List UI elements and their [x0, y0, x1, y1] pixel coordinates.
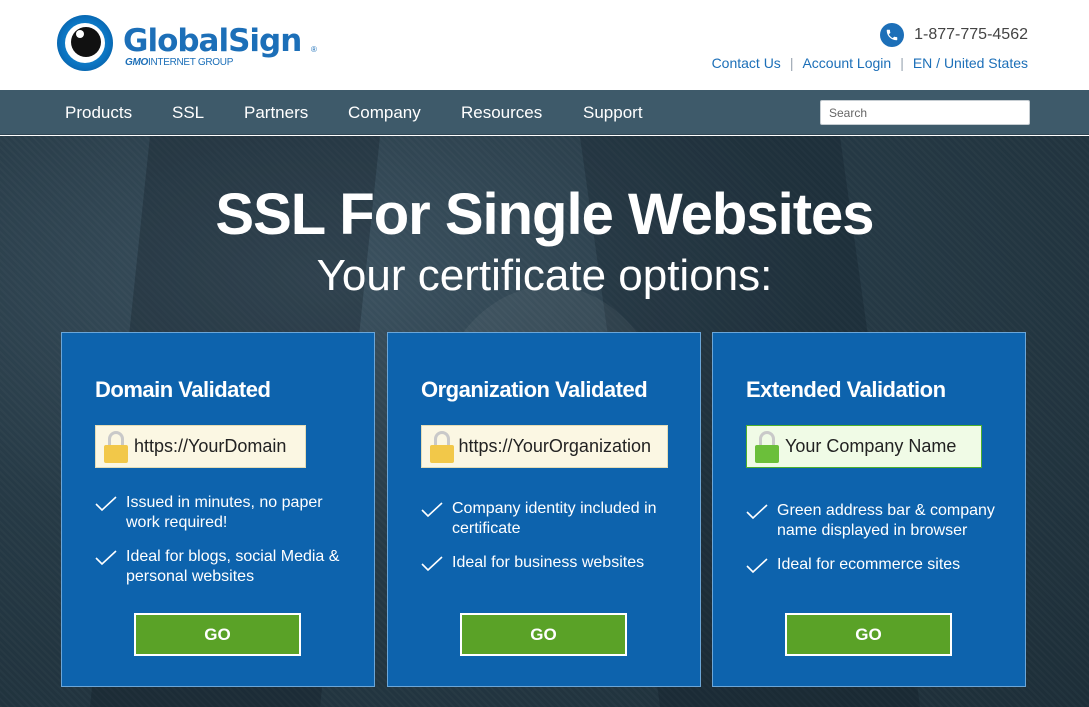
go-button-ev[interactable]: GO	[785, 613, 952, 656]
contact-us-link[interactable]: Contact Us	[712, 55, 781, 71]
site-header: GlobalSign ® GMOINTERNET GROUP 1-877-775…	[0, 0, 1089, 90]
feature-item: Ideal for ecommerce sites	[746, 555, 996, 579]
hero-section: SSL For Single Websites Your certificate…	[0, 136, 1089, 707]
padlock-icon	[755, 429, 779, 465]
logo-registered-mark: ®	[311, 45, 317, 54]
card-title: Domain Validated	[95, 377, 271, 402]
feature-text: Ideal for business websites	[452, 554, 645, 571]
go-button-ov[interactable]: GO	[460, 613, 627, 656]
feature-text: Ideal for blogs, social Media & personal…	[126, 548, 340, 585]
account-login-link[interactable]: Account Login	[802, 55, 891, 71]
feature-text: Ideal for ecommerce sites	[777, 556, 961, 573]
padlock-icon	[430, 429, 454, 465]
checkmark-icon	[746, 504, 768, 525]
feature-item: Issued in minutes, no paper work require…	[95, 493, 345, 533]
phone-number[interactable]: 1-877-775-4562	[914, 26, 1028, 44]
address-bar-example: https://YourOrganization	[421, 425, 668, 468]
checkmark-icon	[746, 558, 768, 579]
go-button-dv[interactable]: GO	[134, 613, 301, 656]
certificate-card-ev: Extended Validation Your Company Name Gr…	[712, 332, 1026, 687]
globalsign-logo[interactable]: GlobalSign ® GMOINTERNET GROUP	[57, 15, 327, 73]
card-title: Organization Validated	[421, 377, 648, 402]
feature-list: Issued in minutes, no paper work require…	[95, 493, 345, 601]
nav-item-ssl[interactable]: SSL	[172, 103, 204, 123]
link-separator: |	[789, 55, 794, 71]
feature-item: Company identity included in certificate	[421, 499, 671, 539]
link-separator: |	[900, 55, 904, 71]
checkmark-icon	[421, 556, 443, 577]
address-bar-example: https://YourDomain	[95, 425, 306, 468]
address-text: Your Company Name	[785, 436, 957, 456]
feature-text: Green address bar & company name display…	[777, 502, 995, 539]
address-text: https://YourOrganization	[458, 436, 651, 456]
checkmark-icon	[421, 502, 443, 523]
logo-name: GlobalSign	[123, 23, 302, 59]
feature-text: Company identity included in certificate	[452, 500, 657, 537]
feature-item: Ideal for blogs, social Media & personal…	[95, 547, 345, 587]
search-input[interactable]	[820, 100, 1030, 125]
feature-item: Ideal for business websites	[421, 553, 671, 577]
feature-list: Green address bar & company name display…	[746, 501, 996, 593]
page-title: SSL For Single Websites	[215, 182, 874, 247]
nav-item-company[interactable]: Company	[348, 103, 421, 123]
logo-tagline: GMOINTERNET GROUP	[125, 57, 234, 68]
utility-links: Contact Us | Account Login | EN / United…	[712, 55, 1028, 71]
certificate-card-dv: Domain Validated https://YourDomain Issu…	[61, 332, 375, 687]
nav-item-resources[interactable]: Resources	[461, 103, 542, 123]
address-bar-example: Your Company Name	[746, 425, 982, 468]
certificate-card-ov: Organization Validated https://YourOrgan…	[387, 332, 701, 687]
nav-item-partners[interactable]: Partners	[244, 103, 308, 123]
logo-eye-icon	[57, 15, 113, 71]
feature-item: Green address bar & company name display…	[746, 501, 996, 541]
nav-item-products[interactable]: Products	[65, 103, 132, 123]
language-region-link[interactable]: EN / United States	[913, 55, 1028, 71]
checkmark-icon	[95, 496, 117, 517]
page-subtitle: Your certificate options:	[316, 251, 773, 300]
phone-contact: 1-877-775-4562	[880, 22, 1028, 48]
padlock-icon	[104, 429, 128, 465]
checkmark-icon	[95, 550, 117, 571]
card-title: Extended Validation	[746, 377, 946, 402]
phone-icon[interactable]	[880, 23, 905, 47]
main-nav: Products SSL Partners Company Resources …	[0, 90, 1089, 135]
nav-item-support[interactable]: Support	[583, 103, 643, 123]
feature-text: Issued in minutes, no paper work require…	[126, 494, 323, 531]
address-text: https://YourDomain	[134, 436, 287, 456]
feature-list: Company identity included in certificate…	[421, 499, 671, 591]
